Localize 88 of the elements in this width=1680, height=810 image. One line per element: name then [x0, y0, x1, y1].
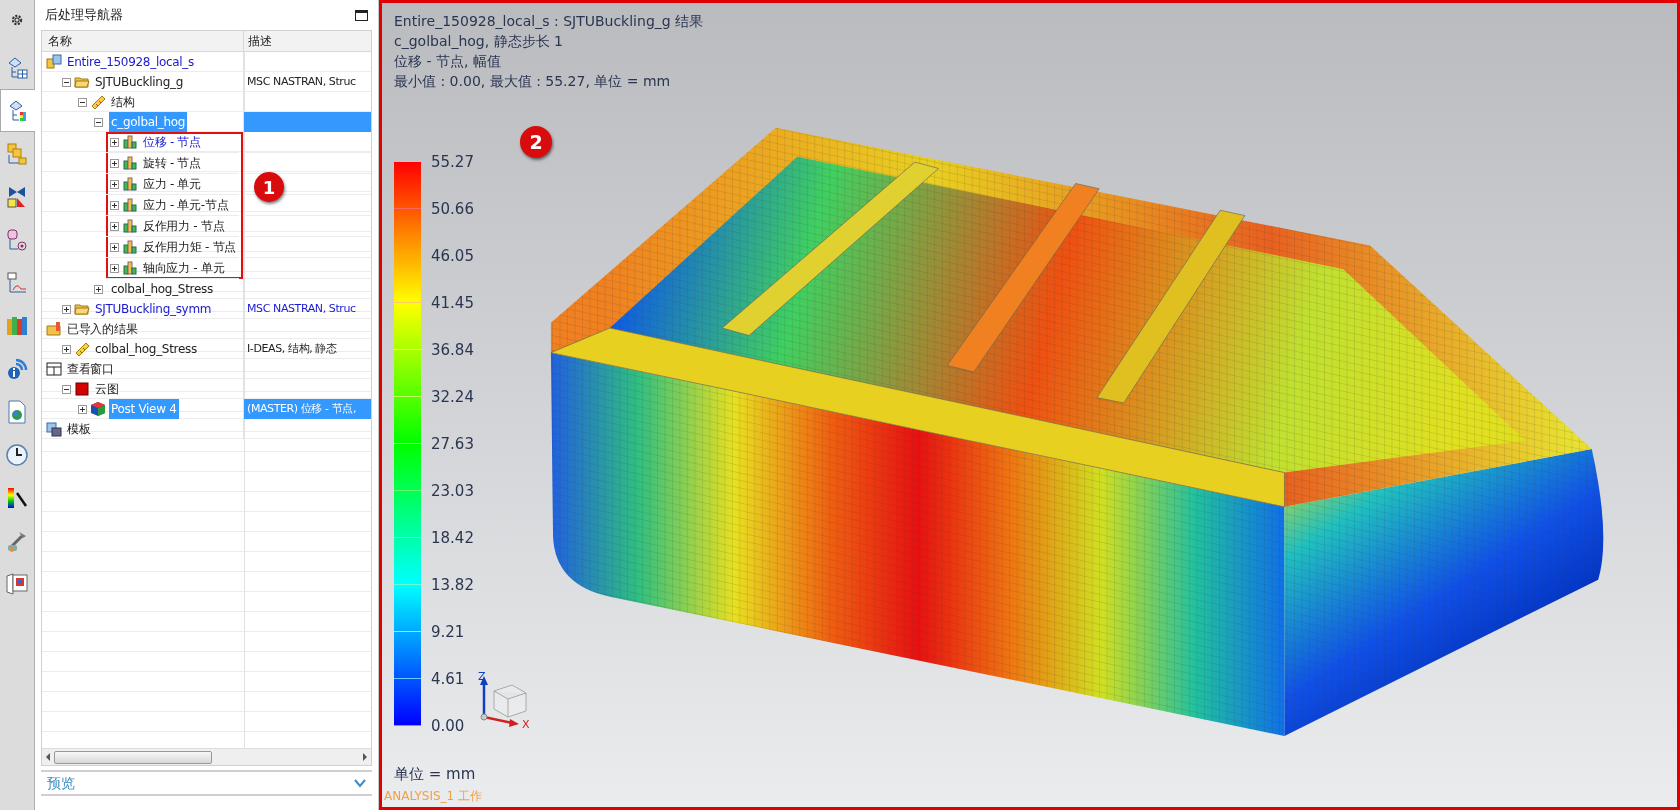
legend-value: 50.66	[431, 201, 474, 217]
result-info-line: 位移 - 节点, 幅值	[394, 52, 502, 71]
expand-toggle[interactable]	[110, 200, 119, 210]
window-icon	[46, 361, 62, 377]
legend-value: 27.63	[431, 436, 474, 452]
legend-value: 9.21	[431, 624, 466, 640]
legend-value: 4.61	[431, 671, 466, 687]
collapse-toggle[interactable]	[78, 97, 87, 107]
chart-icon	[122, 218, 138, 234]
tree-item[interactable]: colbal_hog_Stress	[93, 339, 199, 359]
tree-item[interactable]: 查看窗口	[65, 359, 116, 379]
column-header[interactable]: 描述	[244, 31, 371, 51]
tree-item[interactable]: SJTUBuckling_g	[93, 72, 185, 92]
cube-icon	[90, 401, 106, 417]
tree-item[interactable]: 轴向应力 - 单元	[141, 258, 227, 278]
expand-toggle[interactable]	[110, 242, 119, 252]
clock-icon	[4, 441, 30, 468]
tree-item[interactable]: SJTUBuckling_symm	[93, 299, 214, 319]
tree-item[interactable]: 应力 - 单元	[141, 174, 203, 194]
legend-value: 32.24	[431, 389, 474, 405]
expand-toggle[interactable]	[110, 179, 119, 189]
tree-item-description: (MASTER) 位移 - 节点,	[247, 400, 357, 417]
tree-item-description: I-DEAS, 结构, 静态	[247, 340, 337, 357]
ruler-icon	[74, 341, 90, 357]
tree-item[interactable]: 模板	[65, 419, 93, 439]
cubes-icon	[4, 140, 30, 167]
column-header[interactable]: 名称	[42, 31, 244, 51]
legend-value: 55.27	[431, 154, 474, 170]
legend-value: 0.00	[431, 718, 466, 734]
cubes-icon	[46, 54, 62, 70]
tree-item[interactable]: 反作用力 - 节点	[141, 216, 227, 236]
chevron-down-icon[interactable]	[354, 778, 366, 788]
chart-icon	[122, 155, 138, 171]
collapse-toggle[interactable]	[62, 77, 71, 87]
scrollbar-thumb[interactable]	[54, 750, 212, 764]
expand-toggle[interactable]	[110, 221, 119, 231]
tree-item[interactable]: 应力 - 单元-节点	[141, 195, 231, 215]
tree-item[interactable]: 已导入的结果	[65, 319, 140, 339]
result-info-line: c_golbal_hog, 静态步长 1	[394, 32, 564, 51]
preview-section-title[interactable]: 预览	[47, 772, 75, 794]
result-info-line: 最小值 : 0.00, 最大值 : 55.27, 单位 = mm	[394, 72, 672, 91]
result-info-line: Entire_150928_local_s : SJTUBuckling_g 结果	[394, 12, 704, 31]
tree-item[interactable]: 旋转 - 节点	[141, 153, 203, 173]
chart-icon	[122, 134, 138, 150]
tree-item[interactable]: 结构	[109, 92, 137, 112]
legend-value: 13.82	[431, 577, 474, 593]
expand-toggle[interactable]	[110, 158, 119, 168]
chart-icon	[122, 260, 138, 276]
horizontal-scrollbar[interactable]	[42, 748, 371, 765]
legend-value: 41.45	[431, 295, 474, 311]
callout-badge: 1	[254, 172, 284, 202]
collapse-toggle[interactable]	[62, 384, 71, 394]
ruler-icon	[90, 94, 106, 110]
graphics-viewport[interactable]	[379, 0, 1680, 810]
scroll-left-icon[interactable]	[46, 753, 50, 761]
cylinder-icon	[4, 226, 30, 253]
tree-item[interactable]: 反作用力矩 - 节点	[141, 237, 238, 257]
legend-unit: 单位 = mm	[394, 764, 476, 785]
expand-toggle[interactable]	[78, 404, 87, 414]
tree-item[interactable]: colbal_hog_Stress	[109, 279, 215, 299]
tree-item[interactable]: Entire_150928_local_s	[65, 52, 196, 72]
callout-badge: 2	[520, 126, 552, 158]
scroll-right-icon[interactable]	[363, 753, 367, 761]
tree-item-description: MSC NASTRAN, Struc	[247, 300, 356, 317]
chart-icon	[122, 176, 138, 192]
folder-icon	[46, 321, 62, 337]
folder-icon	[74, 74, 90, 90]
square-icon	[74, 381, 90, 397]
tree-item[interactable]: 云图	[93, 379, 121, 399]
expand-toggle[interactable]	[94, 284, 103, 294]
status-text: ANALYSIS_1 工作	[384, 788, 483, 805]
expand-toggle[interactable]	[110, 263, 119, 273]
legend-value: 23.03	[431, 483, 474, 499]
tree-item[interactable]: 位移 - 节点	[141, 132, 203, 152]
panel-icon	[4, 570, 30, 597]
expand-toggle[interactable]	[110, 137, 119, 147]
expand-toggle[interactable]	[62, 344, 71, 354]
chart-icon	[122, 197, 138, 213]
maximize-button[interactable]	[355, 9, 368, 21]
tree-item-description: MSC NASTRAN, Struc	[247, 73, 356, 90]
legend-value: 46.05	[431, 248, 474, 264]
chart-icon	[122, 239, 138, 255]
panel-title: 后处理导航器	[45, 6, 123, 25]
legend-value: 36.84	[431, 342, 474, 358]
collapse-toggle[interactable]	[94, 117, 103, 127]
folder-icon	[74, 301, 90, 317]
expand-toggle[interactable]	[62, 304, 71, 314]
legend-value: 18.42	[431, 530, 474, 546]
